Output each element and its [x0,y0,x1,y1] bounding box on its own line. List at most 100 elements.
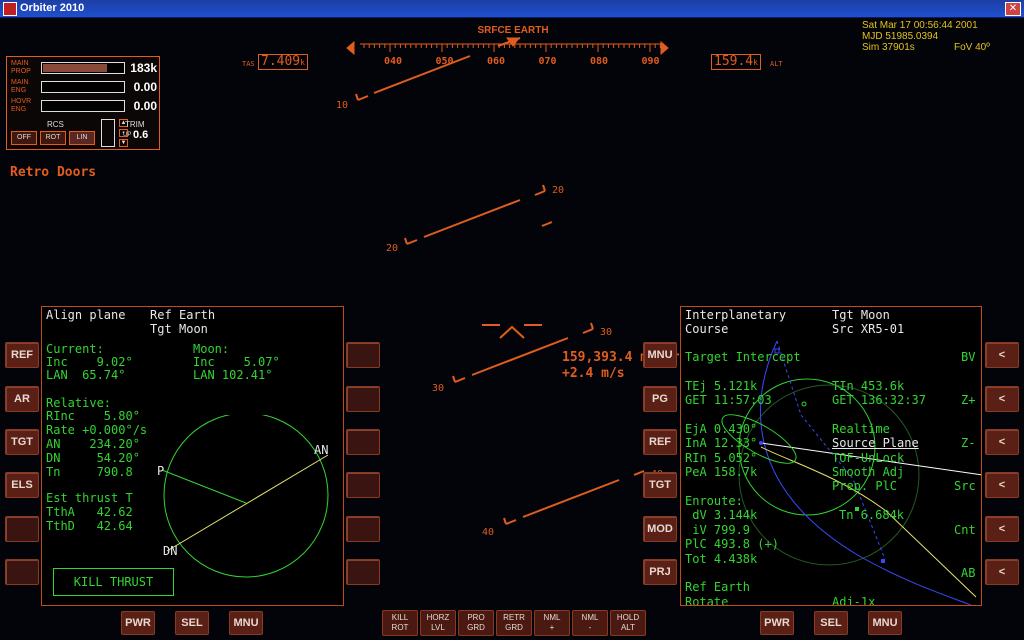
moon-label: Moon: [193,342,230,356]
mfd-left-right-button[interactable] [346,429,380,455]
nav-mode-button[interactable]: HORZ LVL [420,610,456,636]
heading-tick-label: 040 [384,56,402,67]
sim-date: Sat Mar 17 00:56:44 2001 [862,20,978,31]
nav-mode-label-bottom: - [588,623,592,632]
pitch-ladder [355,37,645,525]
sim-mjd: MJD 51985.0394 [862,31,939,42]
ref-body: Earth [179,308,216,322]
mfd-left-blank-button[interactable] [5,516,39,542]
nav-mode-button[interactable]: NML + [534,610,570,636]
trim-label: TRIM [125,120,145,129]
mfd-left-right-button[interactable] [346,559,380,585]
mfd-right-pg-button[interactable]: PG [643,386,677,412]
mfd-right-zplus-button[interactable]: < [985,386,1019,412]
nav-mode-label-bottom: + [549,623,555,632]
mfd-right-cnt-button[interactable]: < [985,516,1019,542]
cnt-label: Cnt [954,523,976,537]
nav-mode-label-top: RETR [503,613,525,622]
mfd-left-right-button[interactable] [346,516,380,542]
mfd-left-ar-button[interactable]: AR [5,386,39,412]
heading-tape [346,37,669,56]
tas-value: 7.409 [261,54,301,69]
nav-mode-label-top: NML [581,613,599,622]
get-eject: GET 11:57:03 [685,393,772,407]
rcs-off-button[interactable]: OFF [11,131,37,145]
tin-value: TIn 453.6k [832,379,905,393]
mfd-right-zminus-button[interactable]: < [985,429,1019,455]
nav-mode-label-top: PRO [467,613,485,622]
target-intercept: Target Intercept [685,350,801,364]
nav-mode-label-bottom: ROT [391,623,409,632]
get-intercept: GET 136:32:37 [832,393,926,407]
nav-mode-button[interactable]: KILL ROT [382,610,418,636]
ascending-node: AN 234.20° [46,437,140,451]
mfd-right-bv-button[interactable]: < [985,342,1019,368]
mfd-right-sel-button[interactable]: SEL [814,611,848,635]
thrust-time-dn: TthD 42.64 [46,519,133,533]
dn-marker: DN [163,544,178,558]
mfd-right-tgt-button[interactable]: TGT [643,472,677,498]
heading-label: SRFCE EARTH [477,25,548,36]
mfd-right-mnu-button[interactable]: MNU [868,611,902,635]
trim-down-arrow-icon[interactable]: ▼ [119,139,128,147]
tgt-label: Tgt [150,322,172,336]
mfd-right-pwr-button[interactable]: PWR [760,611,794,635]
rcs-rot-button[interactable]: ROT [40,131,66,145]
nav-mode-button[interactable]: HOLD ALT [610,610,646,636]
tape-left-arrow [346,40,355,56]
heading-tick-label: 060 [487,56,505,67]
nav-mode-button[interactable]: RETR GRD [496,610,532,636]
mfd-left-tgt-button[interactable]: TGT [5,429,39,455]
tas-readout: 7.409k [258,54,308,70]
ref-label: Ref [150,308,172,322]
zplus-label: Z+ [961,393,976,407]
mfd-right-src-button[interactable]: < [985,472,1019,498]
ladder-label: 10 [336,100,348,111]
main-eng-label: MAIN ENG [11,79,29,94]
align-plane-title: Align plane [46,308,126,322]
mfd-right-mod-button[interactable]: MOD [643,516,677,542]
nav-mode-button[interactable]: NML - [572,610,608,636]
rcs-lin-button[interactable]: LIN [69,131,95,145]
mfd-right-ref-button[interactable]: REF [643,429,677,455]
current-inc: Inc 9.02° [46,355,133,369]
nav-mode-button[interactable]: PRO GRD [458,610,494,636]
close-icon[interactable]: ✕ [1005,2,1021,16]
relative-inc: RInc 5.80° [46,409,140,423]
mfd-right-mnu-button[interactable]: MNU [643,342,677,368]
moon-inc: Inc 5.07° [193,355,280,369]
nav-mode-label-top: HORZ [426,613,450,622]
alt-value: 159.4 [714,54,754,69]
target-body: Tgt Moon [832,308,890,322]
alt-unit: k [753,58,758,67]
mfd-left-blank-button[interactable] [5,559,39,585]
main-prop-label: MAIN PROP [11,60,31,75]
nav-mode-label-bottom: GRD [505,623,523,632]
heading-tick-label: 080 [590,56,608,67]
trim-gauge [101,119,115,147]
mfd-left-ref-button[interactable]: REF [5,342,39,368]
relative-rate: Rate +0.000°/s [46,423,148,437]
main-prop-row: MAIN PROP 183k [9,60,159,76]
adj-label: Adj-1x [832,595,876,606]
enroute-label: Enroute: [685,494,743,508]
mfd-left-mnu-button[interactable]: MNU [229,611,263,635]
kill-thrust-button[interactable]: KILL THRUST [53,568,174,596]
an-marker: AN [314,443,329,457]
mfd-left-right-button[interactable] [346,342,380,368]
mfd-right-prj-button[interactable]: PRJ [643,559,677,585]
mfd-left-els-button[interactable]: ELS [5,472,39,498]
tgt-body: Moon [179,322,208,336]
moon-lan: LAN 102.41° [193,368,273,382]
prep-plc-option: Prep. PlC [832,479,898,493]
plane-diagram [161,415,329,578]
mfd-left-right-button[interactable] [346,386,380,412]
mfd-right-ab-button[interactable]: < [985,559,1019,585]
nav-mode-label-bottom: GRD [467,623,485,632]
mfd-left-sel-button[interactable]: SEL [175,611,209,635]
mfd-left-pwr-button[interactable]: PWR [121,611,155,635]
ina-value: InA 12.33° [685,436,758,450]
mfd-left-right-button[interactable] [346,472,380,498]
alt-readout: 159.4k [711,54,761,70]
nav-mode-label-bottom: ALT [620,623,636,632]
